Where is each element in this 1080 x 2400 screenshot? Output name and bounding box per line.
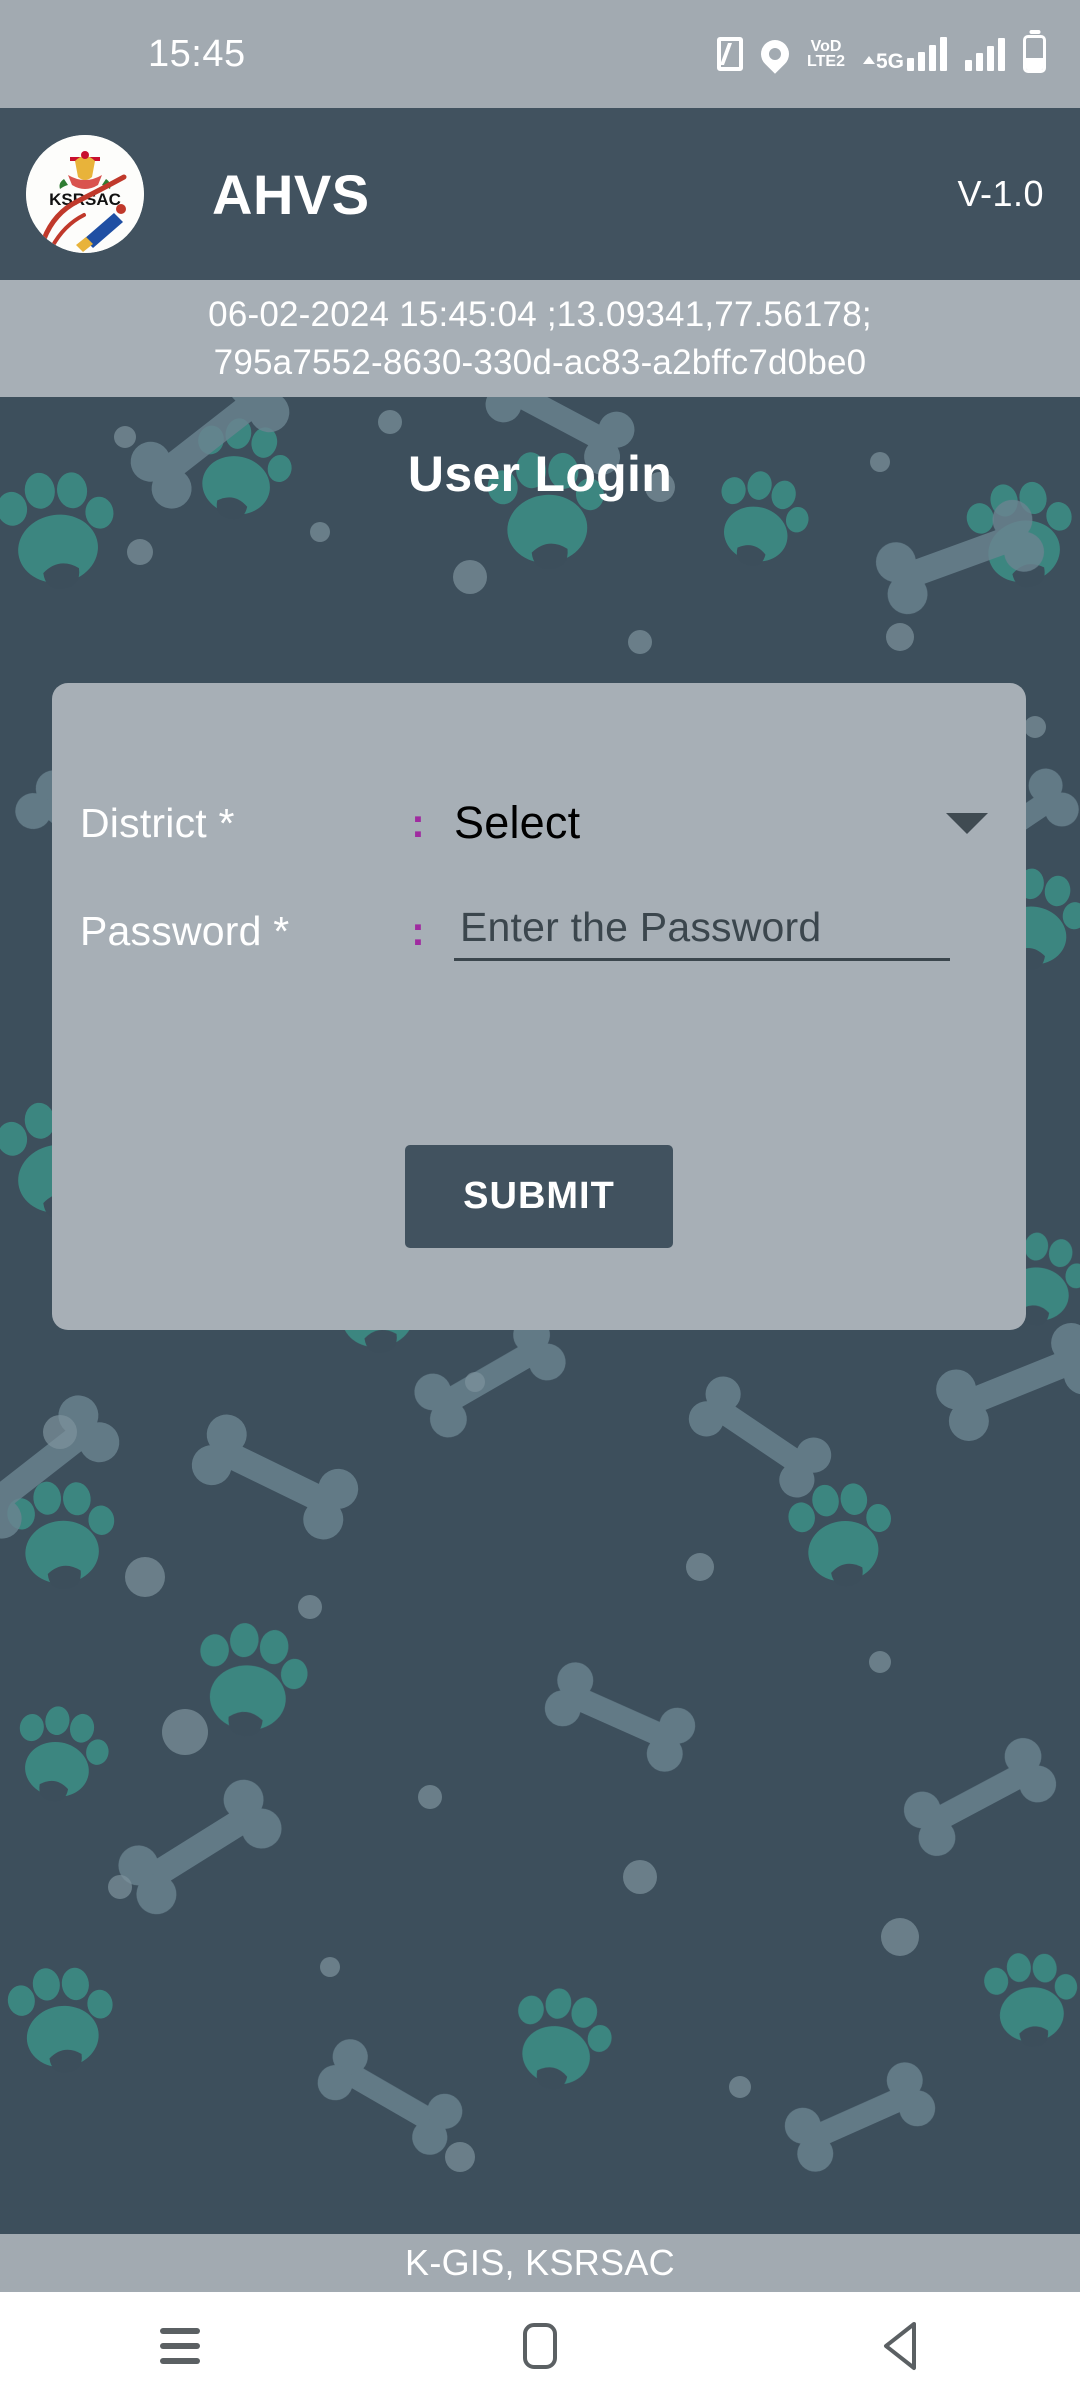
submit-button[interactable]: SUBMIT (405, 1145, 673, 1248)
status-clock: 15:45 (148, 32, 246, 75)
district-control[interactable]: Select (454, 783, 1026, 863)
footer-bar: K-GIS, KSRSAC (0, 2234, 1080, 2292)
signal-bars-icon (907, 37, 947, 71)
app-bar: KSRSAC AHVS V-1.0 (0, 108, 1080, 280)
password-label: Password * (80, 907, 290, 954)
district-select[interactable]: Select (454, 783, 988, 863)
district-label: District * (80, 799, 235, 846)
district-field-row: District * : Select (52, 783, 1026, 863)
home-button[interactable] (465, 2292, 615, 2400)
login-form-card: District * : Select Password * : SUBMIT (52, 683, 1026, 1330)
recents-icon (160, 2328, 200, 2364)
district-selected-value: Select (454, 797, 581, 848)
android-navigation-bar (0, 2292, 1080, 2400)
chevron-down-icon[interactable] (946, 812, 988, 834)
network-label: 5G (875, 50, 904, 73)
district-colon: : (411, 799, 425, 846)
timestamp-location-text: 06-02-2024 15:45:04 ;13.09341,77.56178; (208, 294, 872, 334)
password-colon: : (411, 907, 425, 954)
location-pin-icon (755, 34, 795, 74)
phone-screen: 15:45 VoD LTE2 5G KSRSAC AHVS V-1.0 06-0… (0, 0, 1080, 2400)
password-underline (454, 958, 950, 961)
nfc-icon (717, 37, 744, 71)
back-button[interactable] (825, 2292, 975, 2400)
signal-bars-secondary-icon (965, 37, 1005, 71)
volte-icon: VoD LTE2 (807, 38, 845, 70)
submit-row: SUBMIT (52, 1145, 1026, 1248)
volte-line-2: LTE2 (807, 53, 845, 70)
volte-line-1: VoD (810, 38, 842, 55)
uplink-caret-icon (862, 56, 875, 64)
app-title: AHVS (212, 162, 370, 226)
5g-icon: 5G (862, 37, 947, 73)
ksrsac-logo-icon: KSRSAC (26, 135, 144, 253)
device-uuid-text: 795a7552-8630-330d-ac83-a2bffc7d0be0 (213, 342, 867, 382)
session-info-strip: 06-02-2024 15:45:04 ;13.09341,77.56178; … (0, 280, 1080, 397)
page-title: User Login (407, 446, 673, 502)
password-input[interactable] (454, 903, 988, 959)
password-control[interactable] (454, 891, 1026, 971)
back-icon (884, 2322, 916, 2370)
status-icon-group: VoD LTE2 5G (717, 34, 1046, 74)
app-version: V-1.0 (957, 173, 1044, 214)
password-field-row: Password * : (52, 891, 1026, 971)
footer-text: K-GIS, KSRSAC (405, 2242, 675, 2283)
recents-button[interactable] (105, 2292, 255, 2400)
home-icon (523, 2323, 557, 2369)
battery-icon (1023, 35, 1046, 73)
status-bar: 15:45 VoD LTE2 5G (0, 0, 1080, 108)
